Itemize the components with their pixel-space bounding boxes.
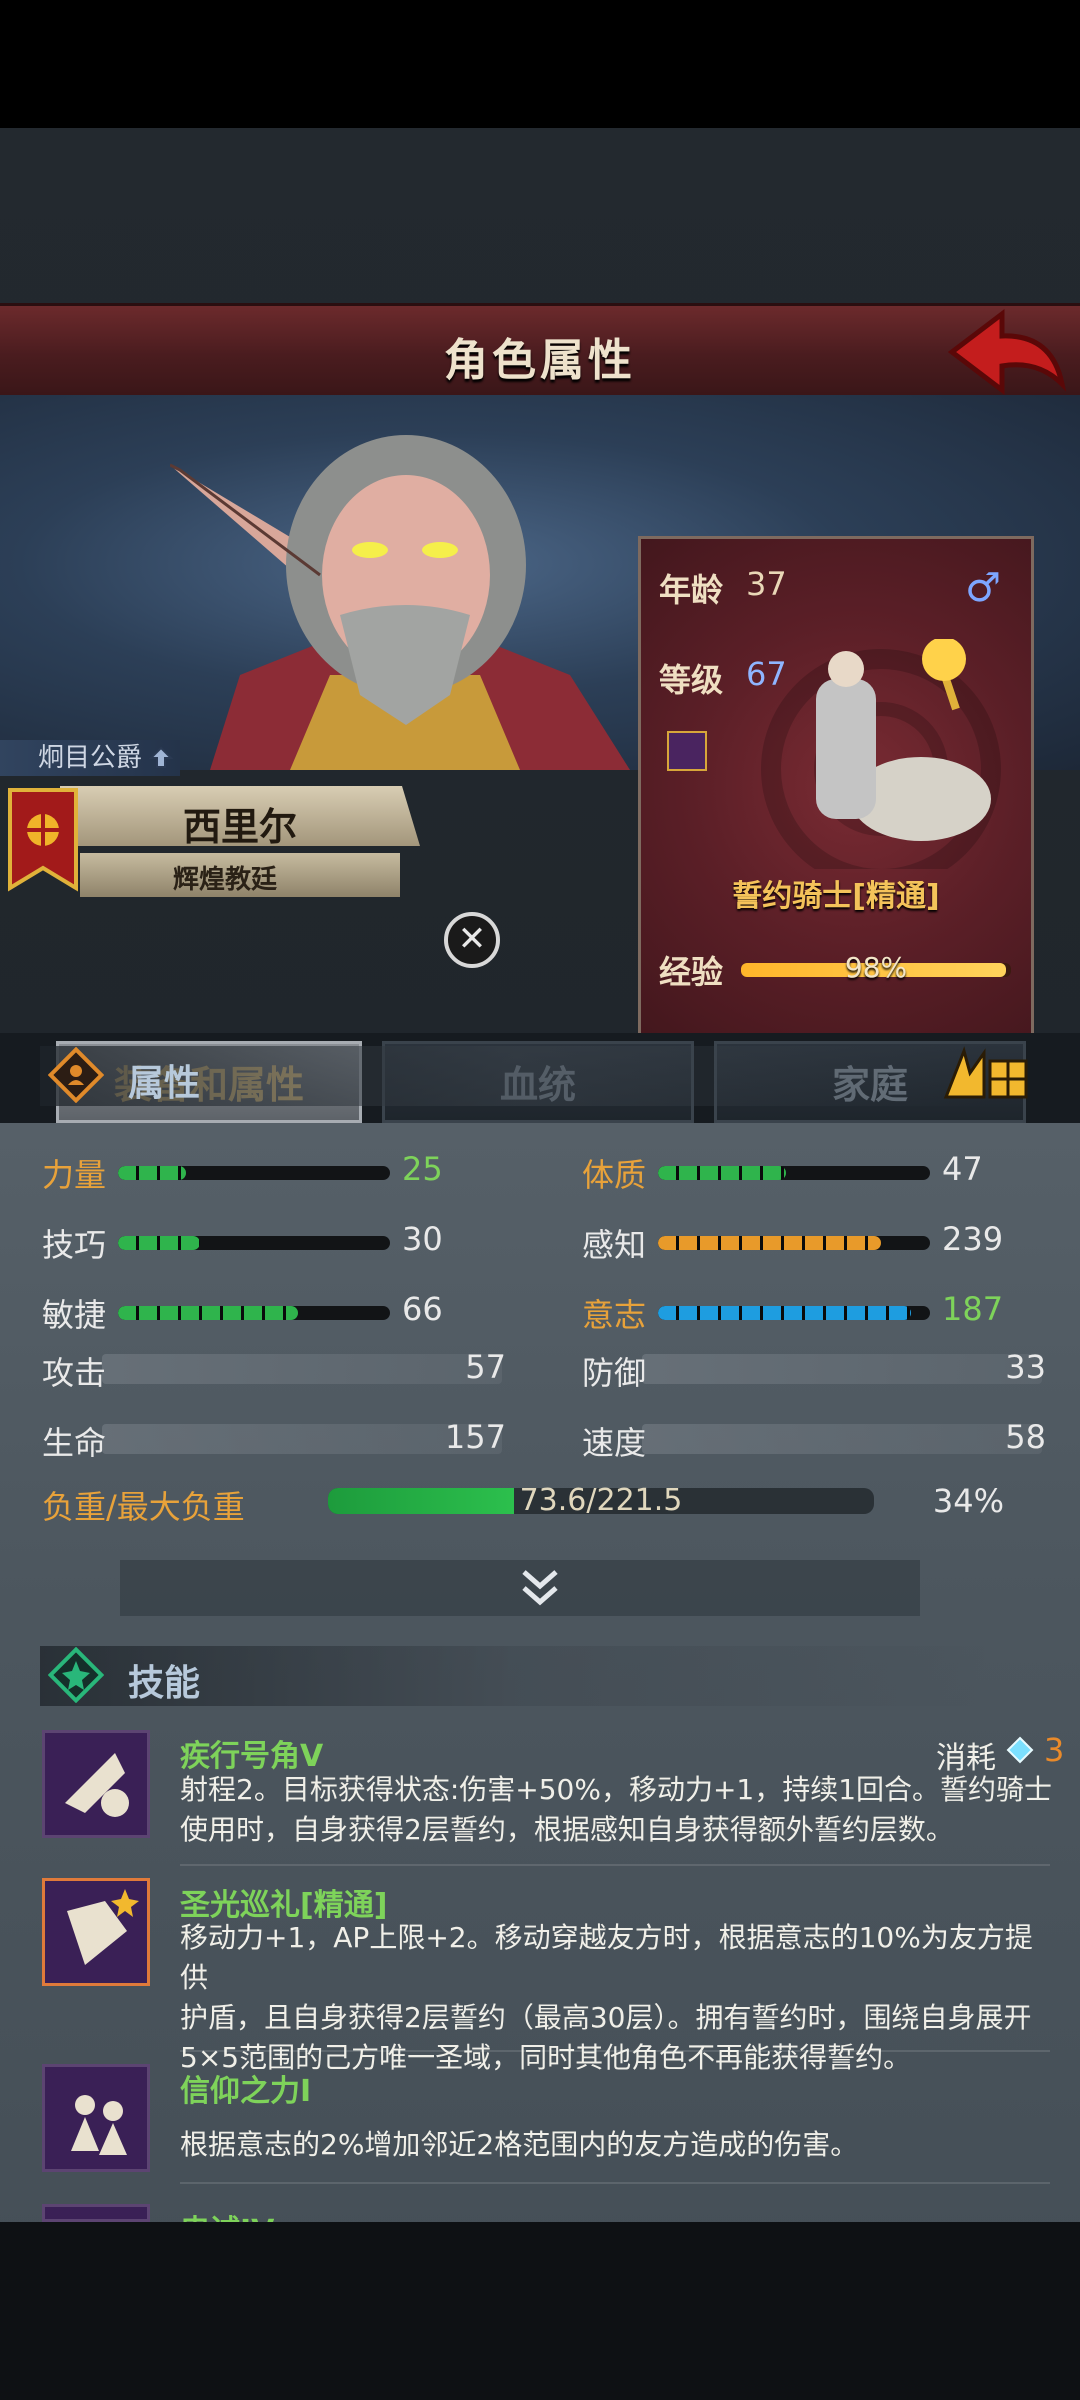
attributes-icon	[48, 1047, 104, 1103]
class-name: 誓约骑士[精通]	[732, 879, 940, 914]
attribute-bar	[118, 1236, 390, 1250]
derived-stat-label: 生命	[42, 1424, 107, 1462]
attribute-label: 感知	[582, 1226, 647, 1264]
attribute-bar-fill	[118, 1166, 186, 1180]
age-label: 年龄	[659, 571, 724, 609]
attribute-bar-fill	[658, 1166, 786, 1180]
skill-icon-loyalty[interactable]	[42, 2204, 150, 2222]
derived-stat-value: 58	[1005, 1418, 1046, 1456]
horn-icon	[65, 1753, 129, 1817]
title-bar: 角色属性	[0, 303, 1080, 400]
spear-skill-icon[interactable]	[667, 731, 707, 771]
attribute-bar	[658, 1236, 930, 1250]
skill-divider	[180, 2050, 1050, 2052]
attribute-label: 体质	[582, 1156, 647, 1194]
load-value: 73.6/221.5	[519, 1483, 683, 1518]
male-icon: ♂	[965, 565, 1001, 611]
skill-description-line: 根据意志的2%增加邻近2格范围内的友方造成的伤害。	[180, 2128, 859, 2161]
holy-shield-icon	[67, 1889, 139, 1965]
attribute-value: 239	[942, 1220, 1004, 1258]
rank-up-icon	[148, 746, 174, 768]
skill-name: 忠诚IV	[180, 2206, 274, 2222]
skills-title: 技能	[128, 1663, 201, 1704]
knight-on-wolf-figure	[761, 639, 1001, 869]
derived-stat-value: 157	[444, 1418, 506, 1456]
derived-stat-value: 33	[1005, 1348, 1046, 1386]
attribute-sort-icon[interactable]	[940, 1043, 1032, 1103]
hero-info-card: 年龄 37 ♂ 等级 67 誓约骑士[精通] 经验 98%	[638, 536, 1034, 1036]
attribute-value: 25	[402, 1150, 443, 1188]
skill-description-line: 护盾，且自身获得2层誓约（最高30层）。拥有誓约时，围绕自身展开	[180, 2001, 1032, 2034]
attribute-label: 技巧	[42, 1226, 107, 1264]
skills-icon	[48, 1647, 104, 1703]
attribute-label: 力量	[42, 1156, 107, 1194]
hero-name: 西里尔	[182, 805, 297, 849]
attribute-value: 66	[402, 1290, 443, 1328]
attribute-bar	[118, 1306, 390, 1320]
skill-description: 移动力+1，AP上限+2。移动穿越友方时，根据意志的10%为友方提供 护盾，且自…	[180, 1918, 1060, 2078]
attribute-bar	[118, 1166, 390, 1180]
navigation-bar-area	[0, 2222, 1080, 2400]
faction-name: 辉煌教廷	[172, 865, 277, 895]
chevron-down-icon[interactable]	[516, 1564, 564, 1612]
attribute-label: 敏捷	[42, 1296, 107, 1334]
attribute-bar-fill	[658, 1306, 911, 1320]
derived-stat-label: 速度	[582, 1424, 647, 1462]
faith-figures-icon	[71, 2095, 127, 2155]
back-arrow-icon[interactable]	[940, 304, 1070, 399]
attributes-title: 属性	[128, 1063, 201, 1104]
dismiss-button[interactable]: ✕	[444, 912, 500, 968]
skill-icon-holy-pilgrimage[interactable]	[42, 1878, 150, 1986]
attribute-value: 47	[942, 1150, 983, 1188]
skill-name: 疾行号角V	[180, 1739, 324, 1774]
attribute-bar	[658, 1306, 930, 1320]
exp-percent: 98%	[844, 951, 908, 984]
skill-description-line: 5×5范围的己方唯一圣域，同时其他角色不再能获得誓约。	[180, 2041, 912, 2074]
attribute-value: 30	[402, 1220, 443, 1258]
derived-stat-label: 防御	[582, 1354, 647, 1392]
skill-name: 信仰之力I	[180, 2074, 312, 2109]
crystal-icon	[1006, 1736, 1034, 1764]
page-title: 角色属性	[444, 335, 636, 386]
skill-description-line: 使用时，自身获得2层誓约，根据感知自身获得额外誓约层数。	[180, 1813, 954, 1846]
skill-icon-power-of-faith[interactable]	[42, 2064, 150, 2172]
exp-label: 经验	[659, 953, 724, 991]
skill-icon-charge-horn[interactable]	[42, 1730, 150, 1838]
character-portrait	[170, 435, 630, 770]
faction-banner-icon	[8, 788, 78, 892]
attribute-label: 意志	[582, 1296, 647, 1334]
derived-stat-label: 攻击	[42, 1354, 107, 1392]
age-value: 37	[746, 565, 787, 603]
skill-description: 射程2。目标获得状态:伤害+50%，移动力+1，持续1回合。誓约骑士 使用时，自…	[180, 1770, 1060, 1850]
derived-stat-value: 57	[465, 1348, 506, 1386]
load-percent: 34%	[932, 1482, 1004, 1520]
attribute-bar-fill	[118, 1306, 298, 1320]
skill-description: 根据意志的2%增加邻近2格范围内的友方造成的伤害。	[180, 2125, 1060, 2165]
attribute-value: 187	[942, 1290, 1004, 1328]
status-bar-area	[0, 0, 1080, 128]
skill-divider	[180, 1864, 1050, 1866]
skill-description-line: 移动力+1，AP上限+2。移动穿越友方时，根据意志的10%为友方提供	[180, 1921, 1033, 1994]
attribute-bar-fill	[118, 1236, 200, 1250]
attribute-bar	[658, 1166, 930, 1180]
load-label: 负重/最大负重	[42, 1488, 245, 1526]
attribute-bar-fill	[658, 1236, 882, 1250]
skill-divider	[180, 2182, 1050, 2184]
skill-description-line: 射程2。目标获得状态:伤害+50%，移动力+1，持续1回合。誓约骑士	[180, 1773, 1053, 1806]
level-label: 等级	[659, 661, 724, 699]
cost-value: 3	[1044, 1731, 1065, 1769]
